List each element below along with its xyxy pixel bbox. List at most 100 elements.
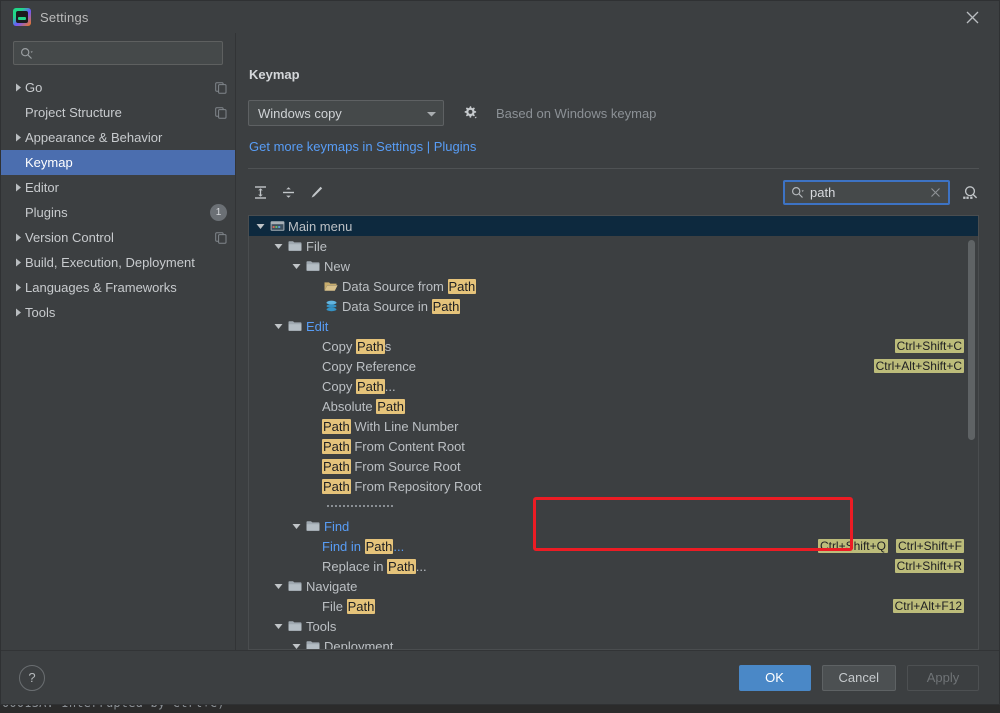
tree-row[interactable]: Data Source in Path: [249, 296, 978, 316]
pencil-icon[interactable]: [304, 180, 328, 204]
tree-row[interactable]: Path From Content Root: [249, 436, 978, 456]
chevron-down-icon[interactable]: [271, 323, 286, 330]
sidebar-item-tools[interactable]: Tools: [1, 300, 235, 325]
get-more-keymaps-link[interactable]: Get more keymaps in Settings | Plugins: [248, 139, 979, 154]
dialog-body: GoProject StructureAppearance & Behavior…: [1, 33, 999, 650]
chevron-right-icon[interactable]: [11, 308, 25, 317]
chevron-right-icon[interactable]: [11, 83, 25, 92]
label-text: ...: [393, 539, 404, 554]
search-match-highlight: Path: [448, 279, 477, 294]
dialog-footer: ? OK Cancel Apply: [1, 650, 999, 704]
shortcut-area: Ctrl+Alt+F12: [375, 599, 964, 613]
tree-row[interactable]: Deployment: [249, 636, 978, 649]
tree-row[interactable]: Path From Source Root: [249, 456, 978, 476]
tree-row[interactable]: Path From Repository Root: [249, 476, 978, 496]
tree-separator: [249, 496, 978, 516]
sidebar-item-aux: 1: [210, 204, 227, 221]
chevron-right-icon[interactable]: [11, 233, 25, 242]
tree-row[interactable]: Navigate: [249, 576, 978, 596]
tree-row[interactable]: Find: [249, 516, 978, 536]
sidebar-search-box[interactable]: [13, 41, 223, 65]
sidebar-item-aux: [215, 107, 227, 119]
settings-sidebar: GoProject StructureAppearance & Behavior…: [1, 33, 236, 650]
sidebar-search-input[interactable]: [33, 45, 216, 61]
help-button[interactable]: ?: [19, 665, 45, 691]
ok-button[interactable]: OK: [739, 665, 811, 691]
chevron-down-icon[interactable]: [289, 263, 304, 270]
shortcut-area: Ctrl+Shift+R: [427, 559, 964, 573]
search-match-highlight: Path: [322, 459, 351, 474]
tree-row[interactable]: Replace in Path...Ctrl+Shift+R: [249, 556, 978, 576]
label-text: Copy: [322, 379, 356, 394]
chevron-right-icon[interactable]: [11, 283, 25, 292]
copy-settings-icon[interactable]: [215, 82, 227, 94]
sidebar-item-appearance-behavior[interactable]: Appearance & Behavior: [1, 125, 235, 150]
label-text: Copy Reference: [322, 359, 416, 374]
chevron-down-icon[interactable]: [289, 643, 304, 650]
tree-row[interactable]: New: [249, 256, 978, 276]
tree-row-label: File Path: [322, 599, 375, 614]
tree-row[interactable]: Copy PathsCtrl+Shift+C: [249, 336, 978, 356]
tree-row-label: Find: [324, 519, 349, 534]
close-icon[interactable]: [961, 6, 983, 28]
clear-icon[interactable]: [927, 187, 944, 198]
chevron-down-icon[interactable]: [271, 243, 286, 250]
tree-row[interactable]: Edit: [249, 316, 978, 336]
search-match-highlight: Path: [376, 399, 405, 414]
folder-icon: [286, 320, 304, 332]
chevron-down-icon[interactable]: [253, 223, 268, 230]
sidebar-item-editor[interactable]: Editor: [1, 175, 235, 200]
sidebar-item-project-structure[interactable]: Project Structure: [1, 100, 235, 125]
keymap-dropdown[interactable]: Windows copy: [248, 100, 444, 126]
copy-settings-icon[interactable]: [215, 232, 227, 244]
keymap-search-box[interactable]: [783, 180, 950, 205]
keymap-based-on-label: Based on Windows keymap: [496, 106, 656, 121]
sidebar-search-container: [1, 37, 235, 75]
sidebar-item-keymap[interactable]: Keymap: [1, 150, 235, 175]
expand-all-icon[interactable]: [248, 180, 272, 204]
chevron-right-icon[interactable]: [11, 133, 25, 142]
chevron-down-icon[interactable]: [271, 623, 286, 630]
sidebar-item-version-control[interactable]: Version Control: [1, 225, 235, 250]
chevron-down-icon[interactable]: [271, 583, 286, 590]
database-icon: [322, 300, 340, 313]
sidebar-item-label: Languages & Frameworks: [25, 280, 221, 295]
cancel-button[interactable]: Cancel: [822, 665, 896, 691]
tree-row[interactable]: Copy ReferenceCtrl+Alt+Shift+C: [249, 356, 978, 376]
tree-row-label: Copy Path...: [322, 379, 396, 394]
label-text: ...: [385, 379, 396, 394]
collapse-all-icon[interactable]: [276, 180, 300, 204]
sidebar-item-aux: [215, 232, 227, 244]
tree-row-label: Navigate: [306, 579, 357, 594]
tree-row[interactable]: Absolute Path: [249, 396, 978, 416]
tree-scrollbar[interactable]: [967, 218, 976, 647]
sidebar-item-build-execution-deployment[interactable]: Build, Execution, Deployment: [1, 250, 235, 275]
sidebar-item-plugins[interactable]: Plugins1: [1, 200, 235, 225]
tree-row[interactable]: File PathCtrl+Alt+F12: [249, 596, 978, 616]
sidebar-item-go[interactable]: Go: [1, 75, 235, 100]
tree-row[interactable]: Data Source from Path: [249, 276, 978, 296]
sidebar-item-languages-frameworks[interactable]: Languages & Frameworks: [1, 275, 235, 300]
label-text: Absolute: [322, 399, 376, 414]
apply-button[interactable]: Apply: [907, 665, 979, 691]
tree-row[interactable]: File: [249, 236, 978, 256]
chevron-right-icon[interactable]: [11, 183, 25, 192]
plugins-update-badge: 1: [210, 204, 227, 221]
tree-row[interactable]: Find in Path...Ctrl+Shift+QCtrl+Shift+F: [249, 536, 978, 556]
gear-icon[interactable]: [462, 105, 478, 121]
shortcut-area: Ctrl+Alt+Shift+C: [416, 359, 964, 373]
find-actions-by-shortcut-icon[interactable]: [962, 184, 979, 201]
tree-row[interactable]: Tools: [249, 616, 978, 636]
chevron-right-icon[interactable]: [11, 258, 25, 267]
chevron-down-icon[interactable]: [289, 523, 304, 530]
keymap-search-input[interactable]: [804, 184, 927, 201]
folder-icon: [304, 260, 322, 272]
tree-row[interactable]: Main menu: [249, 216, 978, 236]
tree-row-label: Data Source from Path: [342, 279, 476, 294]
search-match-highlight: Path: [322, 479, 351, 494]
search-match-highlight: Path: [365, 539, 394, 554]
tree-row[interactable]: Copy Path...: [249, 376, 978, 396]
tree-row[interactable]: Path With Line Number: [249, 416, 978, 436]
copy-settings-icon[interactable]: [215, 107, 227, 119]
tree-scrollbar-thumb[interactable]: [968, 240, 975, 440]
